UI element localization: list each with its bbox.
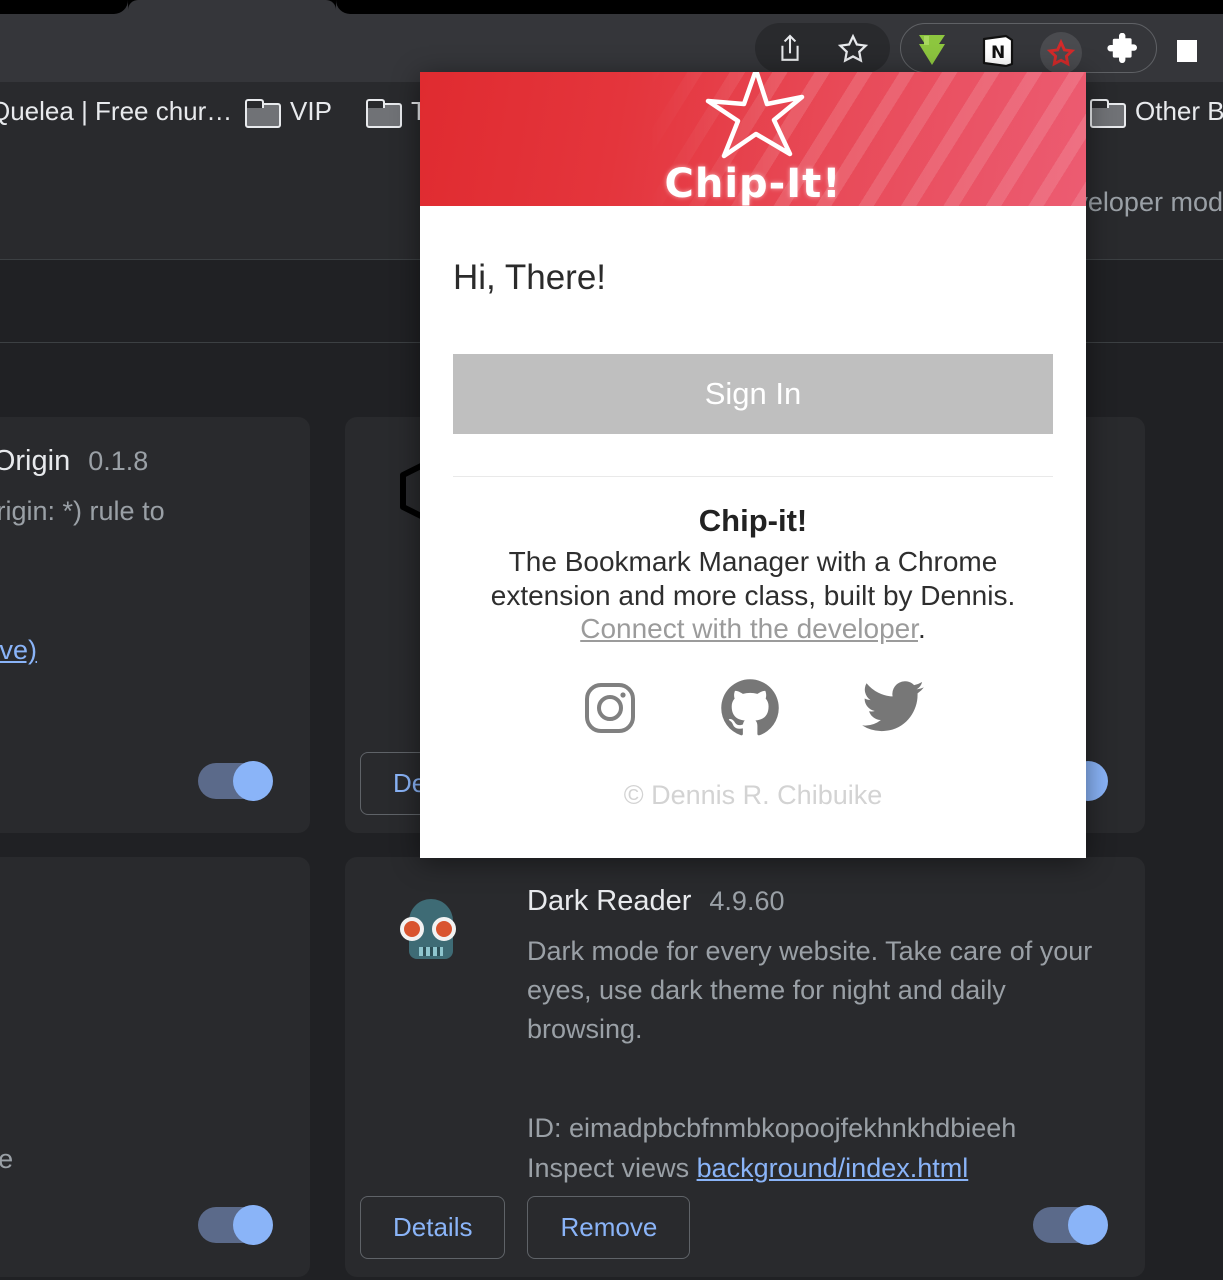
popup-logo: Chip-It! xyxy=(420,72,1086,206)
tab-curve-right xyxy=(336,0,350,14)
tab-curve-left xyxy=(114,0,128,14)
notion-web-clipper-icon[interactable]: N xyxy=(976,34,1018,66)
tab-strip xyxy=(0,0,1223,14)
side-panel-icon[interactable] xyxy=(1168,36,1206,66)
instagram-icon[interactable] xyxy=(582,680,638,736)
bookmark-label: VIP xyxy=(290,96,332,127)
extension-description: ol-Allow-Origin: *) rule to xyxy=(0,492,270,531)
extension-inspect-link[interactable]: rker (Inactive) xyxy=(0,631,270,671)
dark-reader-icon xyxy=(393,893,469,969)
extension-version: 0.1.8 xyxy=(88,446,148,477)
developer-mode-label: veloper mod xyxy=(1074,187,1223,218)
bookmark-label: Other B xyxy=(1135,96,1223,127)
social-links xyxy=(453,678,1053,738)
bookmark-quelea[interactable]: Quelea | Free chur… xyxy=(0,96,232,127)
bookmark-folder-t[interactable]: T xyxy=(366,96,427,127)
bookmark-label: Quelea | Free chur… xyxy=(0,96,232,127)
extension-enable-toggle[interactable] xyxy=(198,1207,270,1243)
twitter-icon[interactable] xyxy=(862,681,924,735)
about-description-end: . xyxy=(918,613,926,644)
chip-it-popup: Chip-It! Hi, There! Sign In Chip-it! The… xyxy=(420,72,1086,858)
extension-card-dark-reader[interactable]: Dark Reader 4.9.60 Dark mode for every w… xyxy=(345,857,1145,1277)
details-button[interactable]: Details xyxy=(360,1196,505,1259)
popup-divider xyxy=(453,476,1053,477)
extension-id: aginigeejlf xyxy=(0,591,270,631)
extension-description: Dark mode for every website. Take care o… xyxy=(527,932,1105,1049)
svg-text:N: N xyxy=(991,43,1005,63)
bookmark-folder-other[interactable]: Other B xyxy=(1090,96,1223,127)
folder-icon xyxy=(366,99,398,124)
extension-version: 4.9.60 xyxy=(709,886,784,917)
folder-icon xyxy=(1090,99,1122,124)
popup-banner: Chip-It! xyxy=(420,72,1086,206)
greeting-text: Hi, There! xyxy=(453,258,1053,298)
extension-card-partial-bottom-left[interactable]: wer. fobhmofgce d.html xyxy=(0,857,310,1277)
extension-id: ID: eimadpbcbfnmbkopoojfekhnkhdbieeh xyxy=(527,1109,1105,1149)
about-description: The Bookmark Manager with a Chrome exten… xyxy=(453,545,1053,646)
extension-card-cors[interactable]: rol-Allow-Origin 0.1.8 ol-Allow-Origin: … xyxy=(0,417,310,833)
sparkle-star-icon xyxy=(694,72,812,173)
active-tab[interactable] xyxy=(128,0,336,14)
sign-in-button[interactable]: Sign In xyxy=(453,354,1053,434)
download-manager-icon[interactable] xyxy=(911,34,953,66)
remove-button[interactable]: Remove xyxy=(527,1196,690,1259)
folder-icon xyxy=(245,99,277,124)
about-description-text: The Bookmark Manager with a Chrome exten… xyxy=(491,546,1016,611)
extension-inspect-views: Inspect views background/index.html xyxy=(527,1149,1105,1189)
puzzle-extensions-icon[interactable] xyxy=(1102,34,1144,66)
extension-name: Dark Reader xyxy=(527,885,691,918)
extension-description: wer. xyxy=(0,1047,270,1086)
extension-id: fobhmofgce xyxy=(0,1140,270,1180)
popup-body: Hi, There! Sign In Chip-it! The Bookmark… xyxy=(420,258,1086,811)
popup-wordmark: Chip-It! xyxy=(664,161,841,206)
extension-enable-toggle[interactable] xyxy=(198,763,270,799)
copyright-text: © Dennis R. Chibuike xyxy=(453,780,1053,811)
extension-enable-toggle[interactable] xyxy=(1033,1207,1105,1243)
bookmark-folder-vip[interactable]: VIP xyxy=(245,96,332,127)
chip-it-icon[interactable] xyxy=(1040,32,1082,74)
about-title: Chip-it! xyxy=(453,503,1053,539)
github-icon[interactable] xyxy=(720,678,780,738)
star-bookmark-icon[interactable] xyxy=(833,34,873,64)
extension-inspect-link[interactable]: background/index.html xyxy=(697,1153,969,1183)
share-icon[interactable] xyxy=(770,34,810,64)
developer-link[interactable]: Connect with the developer xyxy=(580,613,918,644)
about-section: Chip-it! The Bookmark Manager with a Chr… xyxy=(453,503,1053,646)
extension-name: rol-Allow-Origin xyxy=(0,445,70,478)
inspect-views-label: Inspect views xyxy=(527,1153,697,1183)
browser-window: N Quelea | Free chur… VIP xyxy=(0,0,1223,1280)
